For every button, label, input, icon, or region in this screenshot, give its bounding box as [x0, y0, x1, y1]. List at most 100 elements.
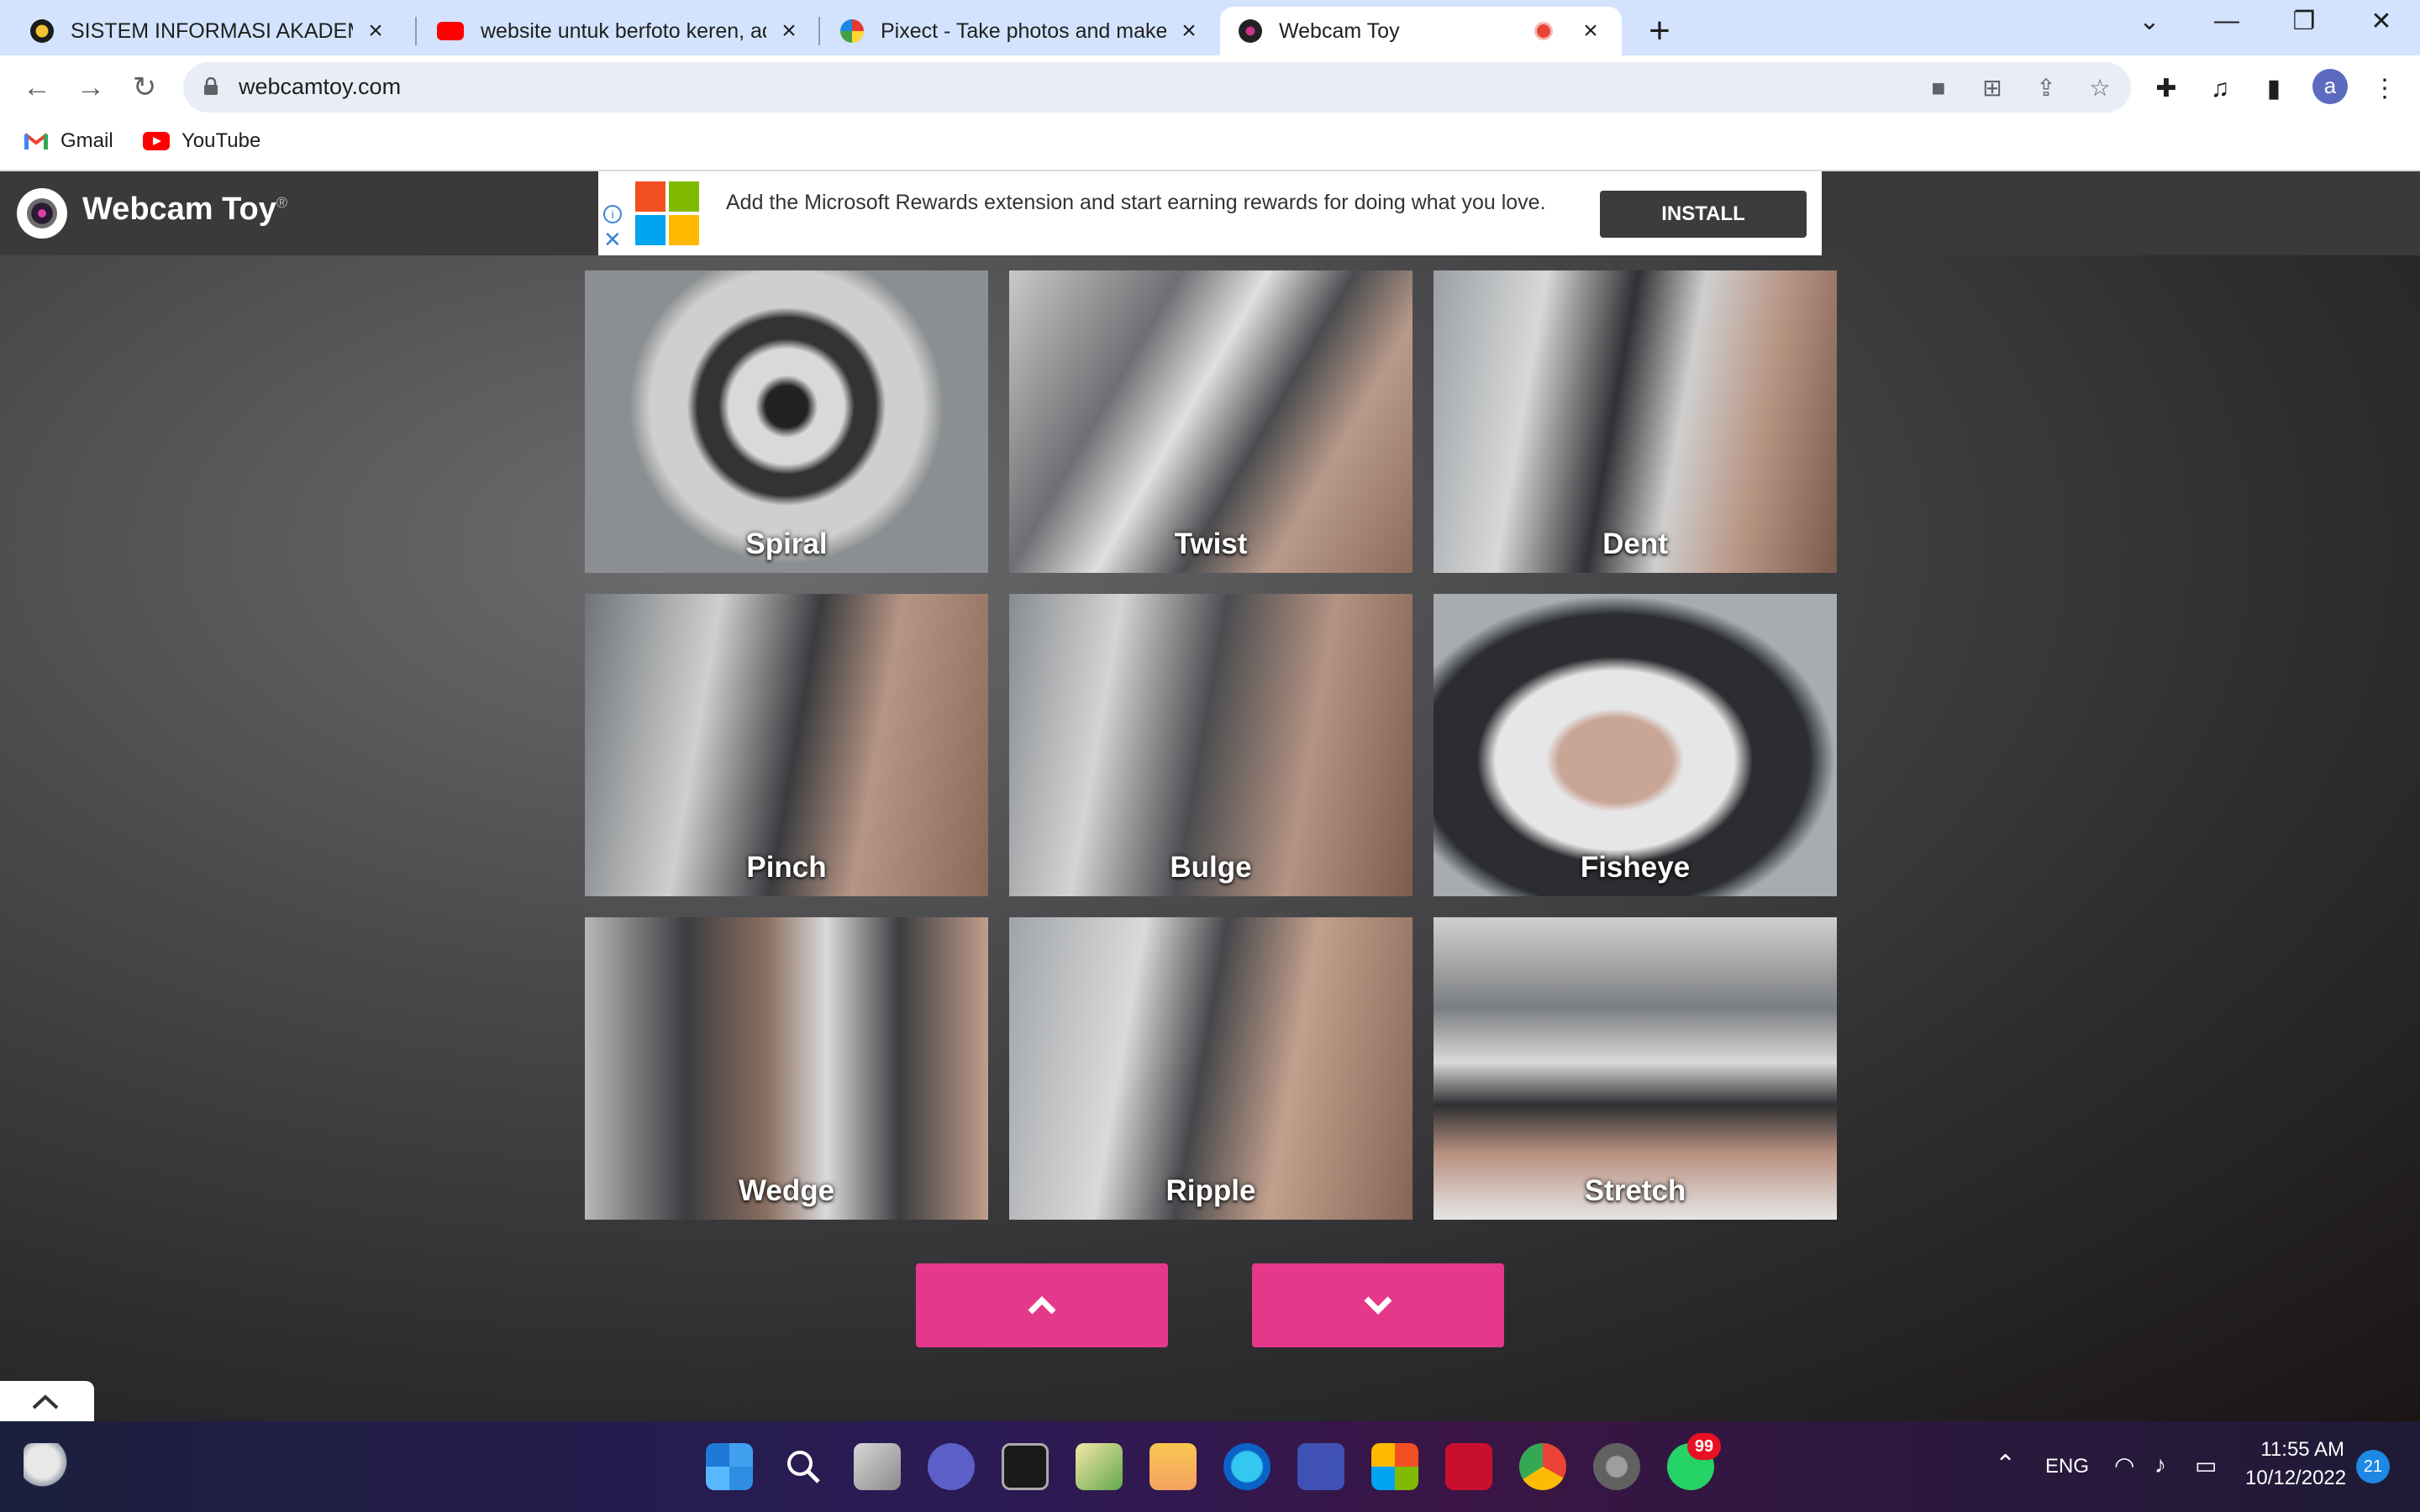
chevron-down-icon	[1364, 1296, 1392, 1315]
close-tab-icon[interactable]: ×	[1176, 17, 1202, 45]
new-tab-button[interactable]: +	[1643, 10, 1676, 52]
chrome-icon[interactable]	[1519, 1443, 1566, 1490]
youtube-icon	[437, 22, 464, 40]
effect-label: Spiral	[745, 528, 828, 560]
reload-icon[interactable]: ↻	[126, 69, 163, 106]
effect-bulge-tile[interactable]: Bulge	[1009, 594, 1413, 896]
start-icon[interactable]	[706, 1443, 753, 1490]
webcamtoy-logo-icon[interactable]	[17, 188, 67, 239]
mcafee-icon[interactable]	[1445, 1443, 1492, 1490]
bookmark-star-icon[interactable]: ☆	[2086, 74, 2114, 102]
effect-label: Twist	[1174, 528, 1248, 560]
tab-separator	[415, 17, 417, 45]
effect-dent-tile[interactable]: Dent	[1434, 270, 1837, 573]
bookmark-label: Gmail	[60, 129, 113, 152]
ad-close-icon[interactable]: ✕	[603, 227, 622, 253]
camera-in-use-icon[interactable]: ■	[1924, 74, 1953, 102]
effect-label: Ripple	[1165, 1174, 1256, 1207]
microsoft-logo-icon	[635, 181, 699, 245]
chevron-up-icon[interactable]: ⌃	[1995, 1450, 2016, 1479]
search-icon[interactable]	[780, 1443, 827, 1490]
minimize-icon[interactable]: —	[2202, 7, 2252, 35]
chevron-up-icon	[32, 1394, 59, 1410]
media-control-icon[interactable]: ♫	[2205, 74, 2235, 104]
volume-icon[interactable]: ♪	[2154, 1452, 2166, 1478]
effect-wedge-tile[interactable]: Wedge	[585, 917, 988, 1220]
notepad-icon[interactable]	[1076, 1443, 1123, 1490]
translate-icon[interactable]: ⊞	[1978, 74, 2007, 102]
address-bar[interactable]: webcamtoy.com ■ ⊞ ⇪ ☆	[183, 62, 2131, 113]
next-page-button[interactable]	[1252, 1263, 1504, 1347]
weather-icon[interactable]	[24, 1443, 71, 1490]
clock-date[interactable]: 10/12/2022	[2245, 1467, 2346, 1490]
effect-spiral-tile[interactable]: Spiral	[585, 270, 988, 573]
forward-icon[interactable]: →	[72, 69, 109, 106]
bookmark-label: YouTube	[182, 129, 261, 152]
effect-stretch-tile[interactable]: Stretch	[1434, 917, 1837, 1220]
effect-label: Stretch	[1584, 1174, 1686, 1207]
close-tab-icon[interactable]: ×	[776, 17, 802, 45]
extensions-icon[interactable]: ✚	[2151, 74, 2181, 104]
wifi-icon[interactable]: ◠	[2114, 1452, 2134, 1479]
windows-taskbar: 99 ⌃ ENG ◠ ♪ ▭ 11:55 AM 10/12/2022 21	[0, 1421, 2420, 1512]
effect-fisheye-tile[interactable]: Fisheye	[1434, 594, 1837, 896]
logo-square	[669, 181, 699, 212]
restore-icon[interactable]: ❐	[2279, 7, 2329, 36]
effect-label: Fisheye	[1580, 851, 1691, 884]
effect-label: Dent	[1602, 528, 1668, 560]
ad-text: Add the Microsoft Rewards extension and …	[726, 191, 1546, 214]
settings-gear-icon[interactable]	[1593, 1443, 1640, 1490]
profile-avatar[interactable]: a	[2312, 69, 2348, 104]
back-icon[interactable]: ←	[18, 69, 55, 106]
site-title[interactable]: Webcam Toy®	[82, 192, 287, 228]
tab-strip: SISTEM INFORMASI AKADEMIK × website untu…	[0, 0, 2420, 55]
share-icon[interactable]: ⇪	[2032, 74, 2060, 102]
expand-panel-button[interactable]	[0, 1381, 94, 1421]
tab-pixect[interactable]: Pixect - Take photos and make vi ×	[822, 7, 1220, 55]
tab-search-icon[interactable]: ⌄	[2124, 7, 2175, 36]
close-window-icon[interactable]: ✕	[2356, 7, 2407, 36]
logo-square	[669, 215, 699, 245]
logo-square	[635, 215, 666, 245]
stylus-app-icon[interactable]	[1297, 1443, 1344, 1490]
tab-webcamtoy[interactable]: Webcam Toy ×	[1220, 7, 1622, 55]
previous-page-button[interactable]	[916, 1263, 1168, 1347]
bookmarks-bar: Gmail YouTube	[0, 119, 2420, 171]
youtube-icon	[143, 132, 170, 150]
bookmark-gmail[interactable]: Gmail	[24, 129, 113, 153]
effect-label: Bulge	[1170, 851, 1252, 884]
gmail-icon	[24, 133, 49, 150]
install-button[interactable]: INSTALL	[1600, 191, 1807, 238]
language-indicator[interactable]: ENG	[2045, 1455, 2089, 1478]
recording-icon	[1534, 22, 1553, 40]
bookmark-youtube[interactable]: YouTube	[143, 129, 260, 153]
edge-icon[interactable]	[1223, 1443, 1270, 1490]
chevron-up-icon	[1028, 1296, 1056, 1315]
close-tab-icon[interactable]: ×	[363, 17, 388, 45]
effect-twist-tile[interactable]: Twist	[1009, 270, 1413, 573]
whatsapp-badge: 99	[1687, 1433, 1721, 1460]
ad-banner: i ✕ Add the Microsoft Rewards extension …	[598, 171, 1822, 255]
battery-icon[interactable]: ▭	[2195, 1452, 2217, 1479]
close-tab-icon[interactable]: ×	[1578, 17, 1603, 45]
microsoft-store-icon[interactable]	[1371, 1443, 1418, 1490]
effect-grid: Spiral Twist Dent Pinch Bulge Fisheye Wedge Rip…	[585, 270, 1837, 1220]
university-crest-icon	[30, 19, 54, 43]
effect-pinch-tile[interactable]: Pinch	[585, 594, 988, 896]
clock-time[interactable]: 11:55 AM	[2252, 1438, 2344, 1462]
pixect-icon	[840, 19, 864, 43]
effect-label: Pinch	[746, 851, 827, 884]
tab-siakad[interactable]: SISTEM INFORMASI AKADEMIK ×	[12, 7, 407, 55]
terminal-icon[interactable]	[1002, 1443, 1049, 1490]
ad-info-icon[interactable]: i	[603, 205, 622, 223]
notification-badge[interactable]: 21	[2356, 1450, 2390, 1483]
lock-icon	[204, 77, 218, 95]
side-panel-icon[interactable]: ▮	[2259, 74, 2289, 104]
task-view-icon[interactable]	[854, 1443, 901, 1490]
effect-ripple-tile[interactable]: Ripple	[1009, 917, 1413, 1220]
menu-icon[interactable]: ⋮	[2370, 74, 2400, 104]
tab-separator	[818, 17, 820, 45]
tab-youtube[interactable]: website untuk berfoto keren, ada ×	[418, 7, 820, 55]
file-explorer-icon[interactable]	[1150, 1443, 1197, 1490]
chat-icon[interactable]	[928, 1443, 975, 1490]
